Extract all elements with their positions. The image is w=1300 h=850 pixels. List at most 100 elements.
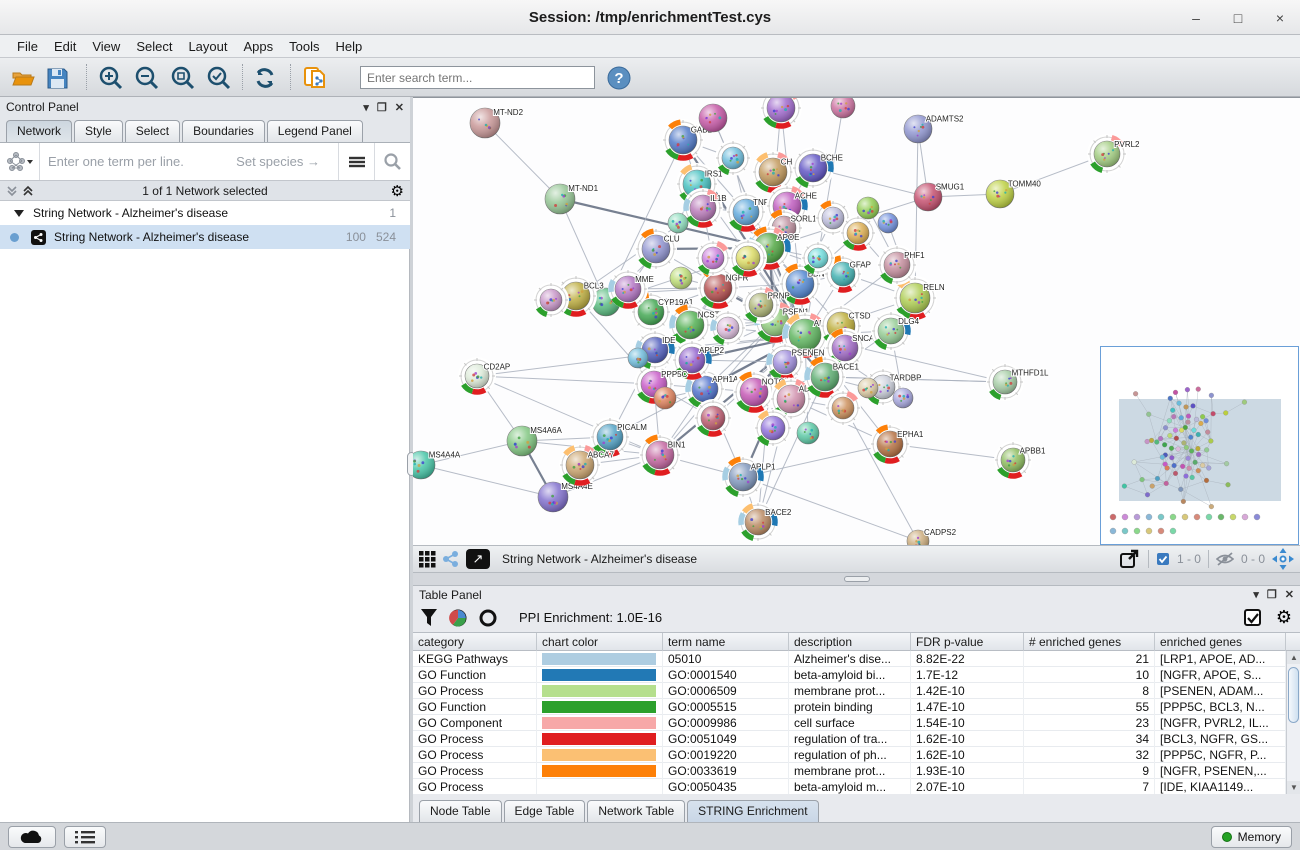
table-row[interactable]: GO FunctionGO:0005515protein binding1.47… <box>413 699 1286 715</box>
table-row[interactable]: GO ProcessGO:0050435beta-amyloid m...2.0… <box>413 779 1286 794</box>
network-node[interactable] <box>858 378 878 398</box>
column-header-description[interactable]: description <box>789 633 911 652</box>
network-node[interactable] <box>801 241 835 275</box>
open-folder-icon[interactable] <box>8 63 38 93</box>
network-node[interactable] <box>893 388 913 408</box>
close-button[interactable]: × <box>1272 10 1288 26</box>
network-node-EPHA1[interactable]: EPHA1 <box>870 424 924 464</box>
string-options-menu-icon[interactable] <box>338 143 374 180</box>
tab-legend-panel[interactable]: Legend Panel <box>267 120 363 142</box>
table-scrollbar[interactable]: ▲ ▼ <box>1286 651 1300 794</box>
network-node-ADAMTS2[interactable]: ADAMTS2 <box>904 114 964 143</box>
network-node[interactable] <box>729 239 767 277</box>
network-canvas[interactable]: MT-ND2MT-ND1VSNL1CD2APMS4A4AMS4A6AMS4A4E… <box>413 97 1300 545</box>
table-row[interactable]: GO FunctionGO:0001540beta-amyloid bi...1… <box>413 667 1286 683</box>
network-node[interactable] <box>628 348 648 368</box>
network-node-BACE1[interactable]: BACE1 <box>804 356 859 398</box>
zoom-fit-icon[interactable] <box>168 63 198 93</box>
network-node[interactable] <box>760 98 802 129</box>
table-row[interactable]: GO ProcessGO:0051049regulation of tra...… <box>413 731 1286 747</box>
network-node-BACE2[interactable]: BACE2 <box>738 502 792 542</box>
task-list-button[interactable] <box>64 826 106 848</box>
menu-item-file[interactable]: File <box>10 37 45 56</box>
network-node[interactable] <box>695 240 731 276</box>
tab-network[interactable]: Network <box>6 120 72 142</box>
share-view-icon[interactable] <box>442 550 460 568</box>
table-row[interactable]: GO ProcessGO:0006509membrane prot...1.42… <box>413 683 1286 699</box>
ring-chart-icon[interactable] <box>479 609 497 627</box>
table-settings-gear-icon[interactable]: ⚙ <box>1276 607 1292 628</box>
network-node-PVRL2[interactable]: PVRL2 <box>1087 134 1140 174</box>
table-row[interactable]: GO ProcessGO:0033619membrane prot...1.93… <box>413 763 1286 779</box>
navigate-compass-icon[interactable] <box>1272 548 1294 570</box>
tab-node-table[interactable]: Node Table <box>419 800 502 822</box>
network-node-MS4A4E[interactable]: MS4A4E <box>538 482 593 512</box>
copy-network-icon[interactable] <box>300 63 330 93</box>
table-row[interactable]: KEGG Pathways05010Alzheimer's dise...8.8… <box>413 651 1286 667</box>
expand-triangle-icon[interactable] <box>14 210 24 217</box>
tab-select[interactable]: Select <box>125 120 180 142</box>
menu-item-view[interactable]: View <box>85 37 127 56</box>
network-node-CADPS2[interactable]: CADPS2 <box>907 528 957 545</box>
network-node[interactable] <box>670 267 692 289</box>
tab-string-enrichment[interactable]: STRING Enrichment <box>687 800 818 822</box>
zoom-selected-icon[interactable] <box>204 63 234 93</box>
filter-icon[interactable] <box>421 609 437 626</box>
scrollbar-thumb[interactable] <box>1288 667 1299 723</box>
minimize-button[interactable]: – <box>1188 10 1204 26</box>
help-icon[interactable]: ? <box>604 63 634 93</box>
network-node[interactable] <box>715 140 751 176</box>
network-node[interactable] <box>825 390 861 426</box>
network-node-MT-ND2[interactable]: MT-ND2 <box>470 108 524 138</box>
network-node[interactable] <box>699 104 727 132</box>
menu-item-select[interactable]: Select <box>129 37 179 56</box>
network-node-MS4A6A[interactable]: MS4A6A <box>507 426 562 456</box>
save-icon[interactable] <box>42 63 72 93</box>
network-node[interactable] <box>654 387 676 409</box>
tab-style[interactable]: Style <box>74 120 123 142</box>
cloud-tasks-button[interactable] <box>8 826 56 848</box>
panel-close-icon[interactable]: ✕ <box>1285 588 1294 601</box>
refresh-icon[interactable] <box>250 63 280 93</box>
panel-float-icon[interactable]: ❐ <box>377 101 387 114</box>
network-node-CLU[interactable]: CLU <box>635 228 680 270</box>
network-node[interactable] <box>694 399 732 437</box>
select-checkbox-icon[interactable] <box>1244 609 1262 627</box>
string-query-input[interactable]: Enter one term per line. Set species → <box>40 154 338 169</box>
network-node[interactable] <box>840 215 876 251</box>
network-node-BIN1[interactable]: BIN1 <box>639 434 686 476</box>
menu-item-edit[interactable]: Edit <box>47 37 83 56</box>
zoom-out-icon[interactable] <box>132 63 162 93</box>
set-species-link[interactable]: Set species → <box>236 154 330 169</box>
scroll-up-icon[interactable]: ▲ <box>1287 651 1300 664</box>
network-node-MTHFD1L[interactable]: MTHFD1L <box>986 363 1049 401</box>
panel-float-icon[interactable]: ❐ <box>1267 588 1277 601</box>
network-node[interactable] <box>831 98 855 118</box>
menu-item-help[interactable]: Help <box>329 37 370 56</box>
network-node-DLG4[interactable]: DLG4 <box>871 311 920 351</box>
column-header-category[interactable]: category <box>413 633 537 652</box>
network-node-MT-ND1[interactable]: MT-ND1 <box>545 184 599 214</box>
scroll-down-icon[interactable]: ▼ <box>1287 781 1300 794</box>
network-node-MS4A4A[interactable]: MS4A4A <box>413 450 461 479</box>
network-node-TNF[interactable]: TNF <box>726 192 769 232</box>
column-header-enrichedgenes[interactable]: enriched genes <box>1155 633 1286 652</box>
network-collection-row[interactable]: String Network - Alzheimer's disease 1 <box>0 201 410 225</box>
network-row-selected[interactable]: String Network - Alzheimer's disease 100… <box>0 225 410 249</box>
string-search-icon[interactable] <box>374 143 410 180</box>
network-node[interactable] <box>857 197 879 219</box>
memory-button[interactable]: Memory <box>1211 826 1292 848</box>
menu-item-layout[interactable]: Layout <box>181 37 234 56</box>
table-row[interactable]: GO ComponentGO:0009986cell surface1.54E-… <box>413 715 1286 731</box>
network-node-CD2AP[interactable]: CD2AP <box>458 357 510 395</box>
panel-close-icon[interactable]: ✕ <box>395 101 404 114</box>
network-node-APLP1[interactable]: APLP1 <box>722 456 776 498</box>
column-header-chartcolor[interactable]: chart color <box>537 633 663 652</box>
panel-menu-icon[interactable]: ▾ <box>1253 588 1259 601</box>
network-node[interactable] <box>754 409 792 447</box>
export-network-icon[interactable] <box>1119 549 1141 569</box>
network-node-ABCA7[interactable]: ABCA7 <box>559 444 614 486</box>
zoom-in-icon[interactable] <box>96 63 126 93</box>
tab-edge-table[interactable]: Edge Table <box>504 800 586 822</box>
column-header-FDRp-value[interactable]: FDR p-value <box>911 633 1024 652</box>
